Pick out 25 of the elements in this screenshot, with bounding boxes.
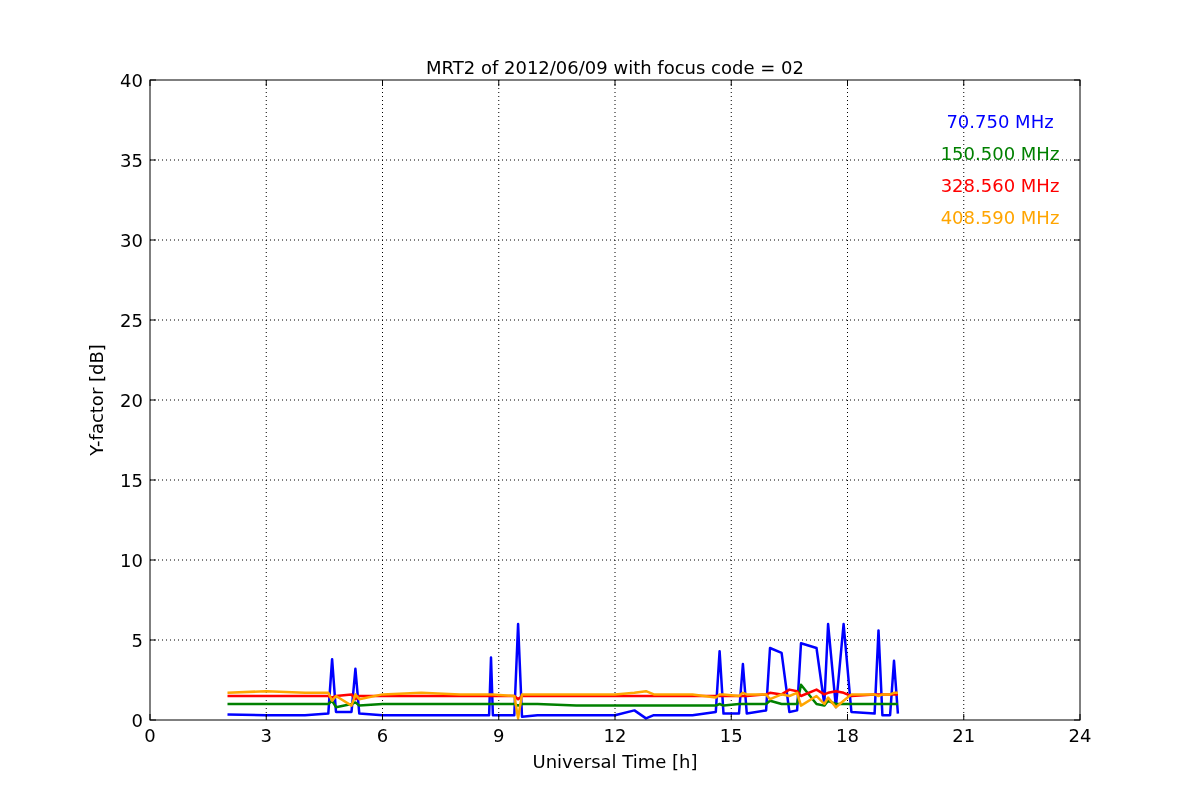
y-tick-label: 35 xyxy=(120,150,143,171)
x-tick-label: 21 xyxy=(952,725,976,746)
legend-label: 150.500 MHz xyxy=(940,143,1060,164)
y-tick-label: 10 xyxy=(120,550,143,571)
x-tick-label: 3 xyxy=(260,725,272,746)
legend-label: 408.590 MHz xyxy=(940,207,1060,228)
y-tick-label: 20 xyxy=(120,390,143,411)
y-axis-label: Y-factor [dB] xyxy=(86,344,107,456)
y-tick-label: 0 xyxy=(131,710,143,731)
x-tick-label: 0 xyxy=(144,725,156,746)
x-tick-label: 9 xyxy=(493,725,505,746)
legend-label: 70.750 MHz xyxy=(946,111,1054,132)
x-tick-label: 12 xyxy=(603,725,627,746)
x-tick-label: 18 xyxy=(836,725,859,746)
x-tick-label: 15 xyxy=(719,725,743,746)
y-tick-label: 30 xyxy=(120,230,143,251)
y-tick-label: 40 xyxy=(120,70,143,91)
x-axis-label: Universal Time [h] xyxy=(532,751,698,772)
y-tick-label: 5 xyxy=(131,630,143,651)
y-tick-label: 15 xyxy=(120,470,143,491)
chart-title: MRT2 of 2012/06/09 with focus code = 02 xyxy=(426,57,804,78)
legend-label: 328.560 MHz xyxy=(940,175,1060,196)
y-tick-label: 25 xyxy=(120,310,143,331)
x-tick-label: 24 xyxy=(1068,725,1092,746)
x-tick-label: 6 xyxy=(376,725,389,746)
